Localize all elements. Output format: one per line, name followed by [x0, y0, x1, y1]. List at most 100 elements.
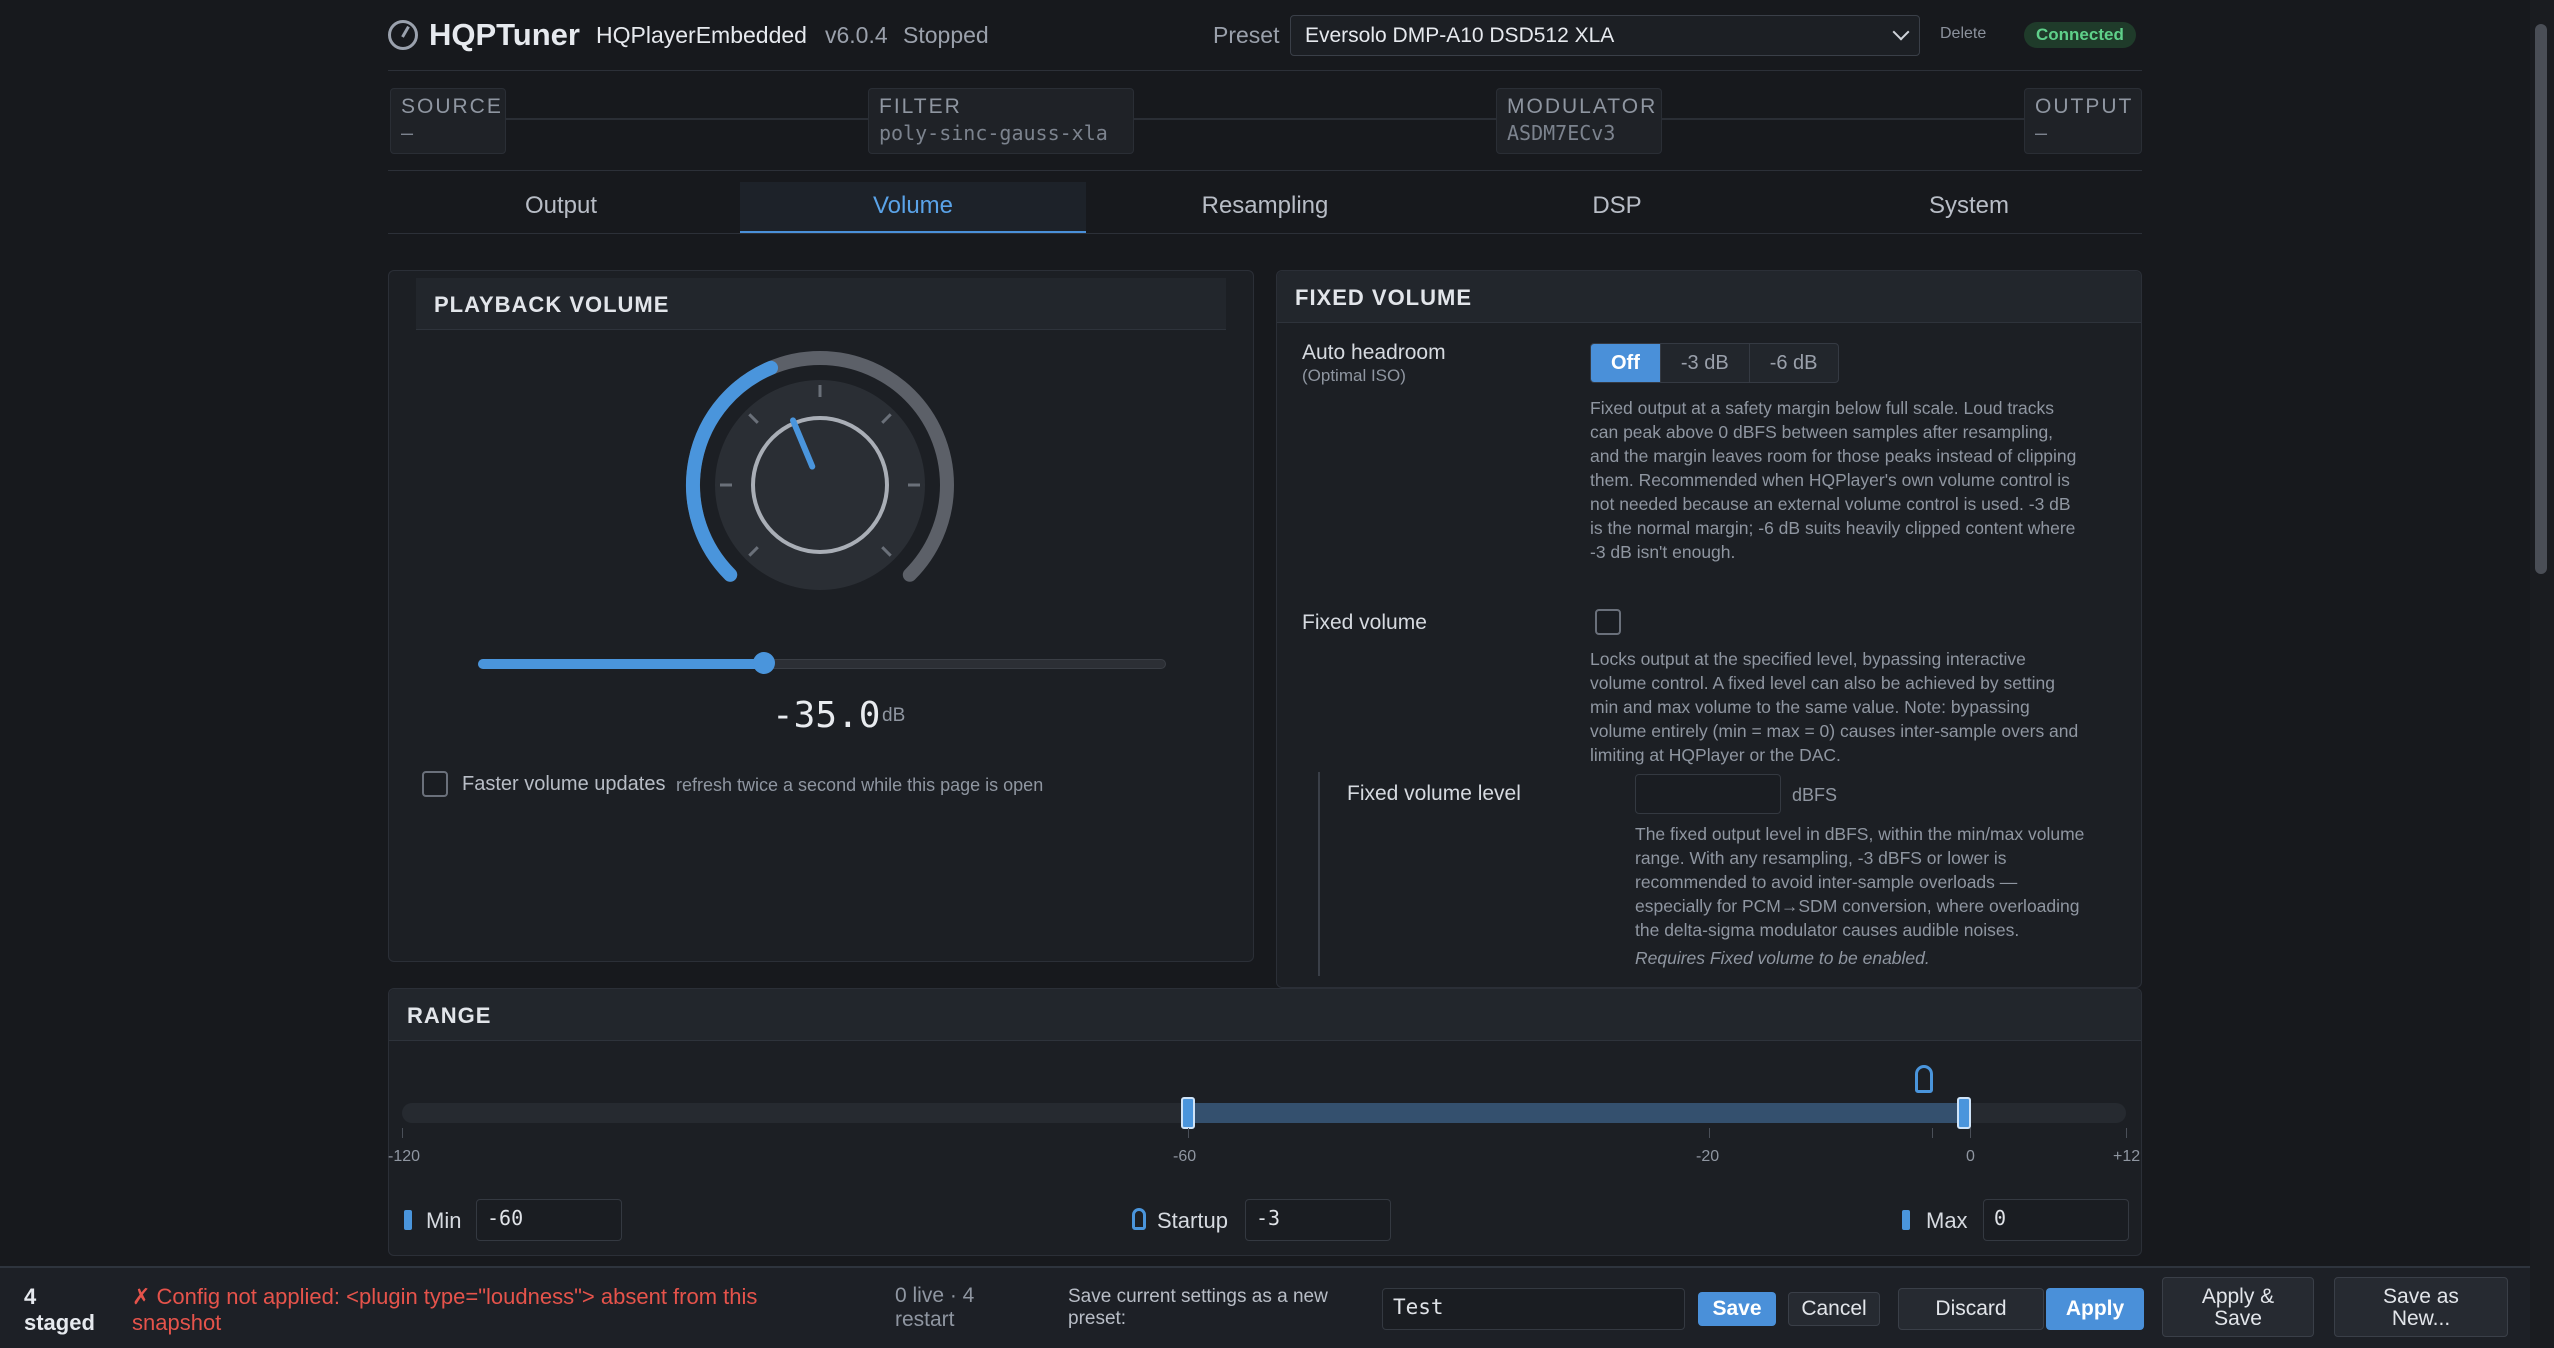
preset-name-input[interactable]: Test: [1382, 1288, 1685, 1330]
range-tick-label: +12: [2113, 1148, 2141, 1165]
stage-title: MODULATOR: [1507, 95, 1658, 118]
pipeline-stage-filter: FILTER poly-sinc-gauss-xla: [868, 88, 1134, 154]
app-logo-icon: [388, 20, 418, 50]
requires-fixed-note: Requires Fixed volume to be enabled.: [1635, 948, 1930, 968]
app-name: HQPTuner: [429, 17, 580, 52]
connection-status-badge: Connected: [2024, 22, 2136, 48]
auto-headroom-segmented: Off -3 dB -6 dB: [1590, 343, 1839, 383]
faster-updates-hint: refresh twice a second while this page i…: [676, 775, 1044, 795]
fixed-volume-checkbox[interactable]: [1595, 609, 1621, 635]
fixed-volume-level-description: The fixed output level in dBFS, within t…: [1635, 822, 2084, 942]
preset-label: Preset: [1213, 22, 1280, 48]
stage-value: —: [401, 121, 414, 145]
stage-title: SOURCE: [401, 95, 503, 118]
prompt-line: preset:: [1068, 1308, 1127, 1329]
apply-button[interactable]: Apply: [2046, 1288, 2144, 1330]
pipeline-divider: [388, 170, 2142, 171]
desc-line: Fixed output at a safety margin below fu…: [1590, 398, 2054, 418]
chevron-down-icon: [1892, 23, 1910, 41]
fixed-volume-title: FIXED VOLUME: [1295, 285, 1473, 310]
fixed-volume-header: FIXED VOLUME: [1277, 271, 2141, 323]
desc-line: recommended to avoid inter-sample overlo…: [1635, 872, 2018, 892]
delete-preset-button[interactable]: Delete: [1940, 25, 1986, 43]
desc-line: the delta-sigma modulator causes audible…: [1635, 920, 2020, 940]
desc-line: volume entirely (min = max = 0) causes i…: [1590, 721, 2079, 741]
volume-slider-fill: [478, 659, 765, 669]
pipeline-connector: [505, 118, 2025, 120]
headroom-option-off[interactable]: Off: [1591, 344, 1660, 382]
tab-dsp[interactable]: DSP: [1444, 182, 1790, 234]
range-max-handle[interactable]: [1957, 1097, 1971, 1129]
fixed-volume-level-label: Fixed volume level: [1347, 782, 1521, 805]
scrollbar-thumb[interactable]: [2535, 24, 2547, 574]
faster-updates-checkbox[interactable]: [422, 771, 448, 797]
stage-title: OUTPUT: [2035, 95, 2134, 118]
range-fill: [1188, 1103, 1964, 1123]
desc-line: them. Recommended when HQPlayer's own vo…: [1590, 470, 2070, 490]
headroom-option-3db[interactable]: -3 dB: [1659, 344, 1749, 382]
stage-value: ASDM7ECv3: [1507, 121, 1616, 145]
preset-select-value: Eversolo DMP-A10 DSD512 XLA: [1305, 24, 1615, 47]
apply-and-save-button[interactable]: Apply & Save: [2162, 1277, 2314, 1337]
desc-line: especially for PCM→SDM conversion, where…: [1635, 896, 2080, 916]
fixed-volume-level-input[interactable]: [1635, 774, 1781, 814]
prompt-line: Save current settings as a new: [1068, 1286, 1328, 1307]
cancel-save-button[interactable]: Cancel: [1788, 1292, 1880, 1326]
error-line: snapshot: [132, 1310, 222, 1335]
preset-select[interactable]: Eversolo DMP-A10 DSD512 XLA: [1290, 15, 1920, 56]
range-tick-label: -60: [1173, 1148, 1197, 1165]
pipeline-stage-source: SOURCE —: [390, 88, 506, 154]
stage-title: FILTER: [879, 95, 962, 118]
startup-marker-icon: [1132, 1208, 1146, 1230]
tab-output[interactable]: Output: [388, 182, 734, 234]
tab-resampling[interactable]: Resampling: [1092, 182, 1438, 234]
tab-volume[interactable]: Volume: [740, 182, 1086, 234]
save-as-new-button[interactable]: Save as New...: [2334, 1277, 2508, 1337]
desc-line: Locks output at the specified level, byp…: [1590, 649, 2026, 669]
live-restart-status: 0 live · 4 restart: [895, 1284, 974, 1332]
volume-knob[interactable]: [675, 340, 965, 630]
desc-line: is the normal margin; -6 dB suits heavil…: [1590, 518, 2076, 538]
button-line: New...: [2391, 1307, 2451, 1330]
playback-volume-header: PLAYBACK VOLUME: [416, 278, 1226, 330]
fixed-volume-description: Locks output at the specified level, byp…: [1590, 647, 2078, 767]
stage-value: —: [2035, 121, 2048, 145]
range-tick: [1188, 1128, 1189, 1138]
range-min-handle[interactable]: [1181, 1097, 1195, 1129]
playback-volume-title: PLAYBACK VOLUME: [434, 292, 670, 317]
pipeline-stage-output: OUTPUT —: [2024, 88, 2142, 154]
desc-line: not needed because an external volume co…: [1590, 494, 2071, 514]
volume-knob-graphic: [686, 350, 954, 590]
range-tick-label: -120: [388, 1148, 421, 1165]
button-line: Apply &: [2201, 1285, 2275, 1308]
headroom-option-6db[interactable]: -6 dB: [1748, 344, 1838, 382]
max-input[interactable]: 0: [1983, 1199, 2129, 1241]
startup-marker[interactable]: [1915, 1065, 1933, 1093]
volume-unit: dB: [882, 705, 906, 726]
pipeline-stage-modulator: MODULATOR ASDM7ECv3: [1496, 88, 1662, 154]
discard-button[interactable]: Discard: [1898, 1288, 2044, 1330]
range-tick-label: 0: [1966, 1148, 1975, 1165]
save-preset-button[interactable]: Save: [1698, 1292, 1776, 1326]
range-tick: [1970, 1128, 1971, 1138]
error-line: ✗ Config not applied: <plugin type="loud…: [132, 1284, 758, 1309]
auto-headroom-description: Fixed output at a safety margin below fu…: [1590, 396, 2076, 564]
desc-line: The fixed output level in dBFS, within t…: [1635, 824, 2085, 844]
engine-version: v6.0.4: [825, 22, 888, 48]
max-marker-icon: [1902, 1210, 1910, 1230]
range-tick: [1932, 1128, 1933, 1138]
desc-line: -3 dB isn't enough.: [1590, 542, 1736, 562]
desc-line: range. With any resampling, -3 dBFS or l…: [1635, 848, 2007, 868]
desc-line: volume control. A fixed level can also b…: [1590, 673, 2055, 693]
startup-input[interactable]: -3: [1245, 1199, 1391, 1241]
staged-label: staged: [24, 1310, 95, 1335]
min-input[interactable]: -60: [476, 1199, 622, 1241]
range-tick: [402, 1128, 403, 1138]
range-header: RANGE: [389, 989, 2141, 1041]
desc-line: limiting at HQPlayer or the DAC.: [1590, 745, 1841, 765]
tab-system[interactable]: System: [1796, 182, 2142, 234]
config-error-message: ✗ Config not applied: <plugin type="loud…: [132, 1284, 757, 1336]
range-tick: [2126, 1128, 2127, 1138]
tabs-divider: [388, 233, 2142, 234]
header-divider: [388, 70, 2142, 71]
